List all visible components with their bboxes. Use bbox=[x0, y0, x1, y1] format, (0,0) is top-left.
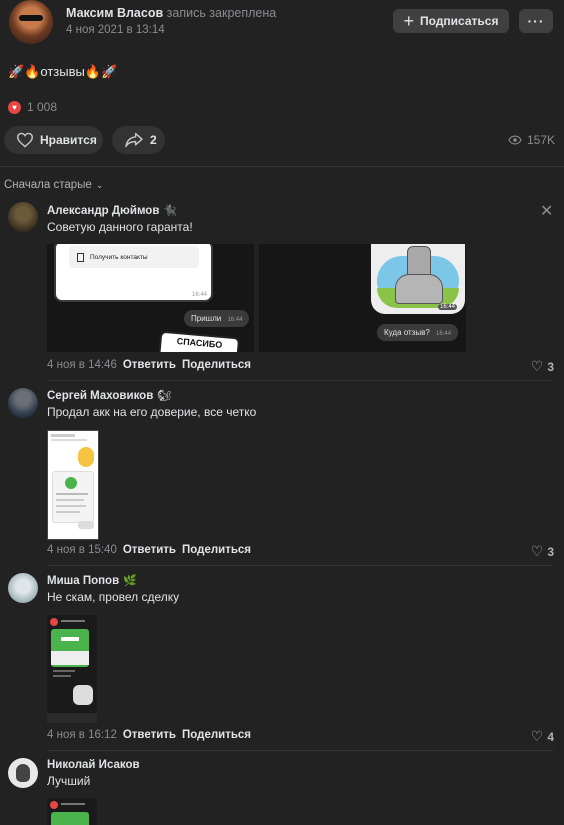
more-icon: ··· bbox=[527, 13, 545, 29]
sort-label: Сначала старые bbox=[4, 179, 92, 191]
comment-text: Советую данного гаранта! bbox=[47, 220, 193, 234]
share-arrow-icon bbox=[125, 132, 143, 148]
comment-time[interactable]: 4 ноя в 15:40 bbox=[47, 544, 117, 556]
comment-author[interactable]: Александр Дюймов bbox=[47, 205, 159, 217]
share-comment-button[interactable]: Поделиться bbox=[182, 729, 251, 741]
heart-outline-icon bbox=[16, 132, 34, 148]
comment-meta: 4 ноя в 15:40 Ответить Поделиться bbox=[47, 544, 251, 556]
subscribe-button[interactable]: + Подписаться bbox=[393, 9, 509, 33]
comment-avatar[interactable] bbox=[8, 758, 38, 788]
squirrel-emoji-icon: 🐿 bbox=[157, 390, 172, 402]
pinned-note: запись закреплена bbox=[166, 6, 277, 20]
comment-image[interactable] bbox=[47, 615, 97, 723]
chevron-down-icon: ⌄ bbox=[95, 179, 104, 190]
comment-like-button[interactable]: ♡ 3 bbox=[531, 358, 554, 375]
sort-dropdown[interactable]: Сначала старые ⌄ bbox=[4, 179, 103, 191]
herb-emoji-icon: 🌿 bbox=[123, 575, 137, 587]
heart-outline-icon: ♡ bbox=[530, 728, 544, 744]
comment-header: Миша Попов 🌿 bbox=[47, 574, 137, 588]
comment-image[interactable]: Получить контакты 16:44 Пришли 16:44 СПА… bbox=[47, 244, 254, 352]
comment-avatar[interactable] bbox=[8, 202, 38, 232]
comment-time[interactable]: 4 ноя в 16:12 bbox=[47, 729, 117, 741]
views-counter: 157K bbox=[508, 133, 555, 147]
views-count: 157K bbox=[526, 133, 555, 147]
comment-avatar[interactable] bbox=[8, 388, 38, 418]
comment-author[interactable]: Николай Исаков bbox=[47, 759, 140, 771]
reply-button[interactable]: Ответить bbox=[123, 359, 176, 371]
like-label: Нравится bbox=[40, 133, 97, 147]
more-options-button[interactable]: ··· bbox=[519, 9, 553, 33]
comment-text: Продал акк на его доверие, все четко bbox=[47, 405, 257, 419]
like-button[interactable]: Нравится bbox=[4, 126, 103, 154]
comment-time[interactable]: 4 ноя в 14:46 bbox=[47, 359, 117, 371]
close-icon[interactable]: ✕ bbox=[540, 201, 553, 221]
reactions-count: 1 008 bbox=[27, 100, 58, 114]
cat-sticker bbox=[73, 685, 93, 705]
comment-meta: 4 ноя в 16:12 Ответить Поделиться bbox=[47, 729, 251, 741]
chat-bubble: Куда отзыв? 16:44 bbox=[377, 324, 459, 341]
share-comment-button[interactable]: Поделиться bbox=[182, 359, 251, 371]
statue-sticker: 16:44 bbox=[371, 244, 465, 314]
share-count: 2 bbox=[150, 133, 157, 147]
comment-like-count: 3 bbox=[547, 544, 554, 559]
comment-image[interactable]: 16:44 Куда отзыв? 16:44 bbox=[259, 244, 466, 352]
post-author-avatar[interactable] bbox=[9, 0, 53, 44]
comment-like-count: 4 bbox=[547, 729, 554, 744]
comment-header: Сергей Маховиков 🐿 bbox=[47, 389, 172, 403]
comment-meta: 4 ноя в 14:46 Ответить Поделиться bbox=[47, 359, 251, 371]
comment-author[interactable]: Миша Попов bbox=[47, 575, 119, 587]
contact-icon bbox=[77, 252, 84, 262]
chat-bubble: Пришли 16:44 bbox=[184, 310, 250, 327]
comment-like-button[interactable]: ♡ 3 bbox=[531, 543, 554, 560]
get-contacts-label: Получить контакты bbox=[90, 253, 148, 261]
comment-divider bbox=[47, 380, 553, 381]
comment-header: Александр Дюймов 🐈‍⬛ bbox=[47, 204, 178, 218]
comment-avatar[interactable] bbox=[8, 573, 38, 603]
message-time: 16:44 bbox=[437, 304, 457, 310]
comment-image[interactable] bbox=[47, 430, 99, 540]
message-time: 16:44 bbox=[191, 292, 207, 298]
post-date[interactable]: 4 ноя 2021 в 13:14 bbox=[66, 24, 165, 36]
cat-emoji-icon: 🐈‍⬛ bbox=[163, 205, 178, 217]
comment-divider bbox=[47, 565, 553, 566]
thanks-sticker: СПАСИБО bbox=[157, 330, 241, 352]
post-text: 🚀🔥отзывы🔥🚀 bbox=[8, 64, 118, 79]
comment-author[interactable]: Сергей Маховиков bbox=[47, 390, 153, 402]
comment-divider bbox=[47, 750, 553, 751]
reactions-summary[interactable]: ♥ 1 008 bbox=[8, 100, 57, 114]
plus-icon: + bbox=[403, 11, 415, 31]
comment-image[interactable] bbox=[47, 798, 97, 825]
comment-text: Лучший bbox=[47, 774, 91, 788]
comment-text: Не скам, провел сделку bbox=[47, 590, 180, 604]
comment-like-count: 3 bbox=[547, 359, 554, 374]
post-divider bbox=[0, 166, 564, 167]
heart-outline-icon: ♡ bbox=[530, 543, 544, 559]
subscribe-label: Подписаться bbox=[420, 14, 499, 28]
post-header-line: Максим Власов запись закреплена bbox=[66, 6, 276, 20]
reply-button[interactable]: Ответить bbox=[123, 729, 176, 741]
success-check-icon bbox=[65, 477, 77, 489]
heart-reaction-icon: ♥ bbox=[8, 100, 21, 114]
reply-button[interactable]: Ответить bbox=[123, 544, 176, 556]
post-author-name[interactable]: Максим Власов bbox=[66, 6, 163, 20]
share-comment-button[interactable]: Поделиться bbox=[182, 544, 251, 556]
share-button[interactable]: 2 bbox=[112, 126, 165, 154]
comment-like-button[interactable]: ♡ 4 bbox=[531, 728, 554, 745]
eye-icon bbox=[508, 135, 522, 145]
duck-sticker bbox=[78, 447, 94, 467]
contact-card: Получить контакты 16:44 bbox=[54, 244, 213, 302]
heart-outline-icon: ♡ bbox=[530, 358, 544, 374]
